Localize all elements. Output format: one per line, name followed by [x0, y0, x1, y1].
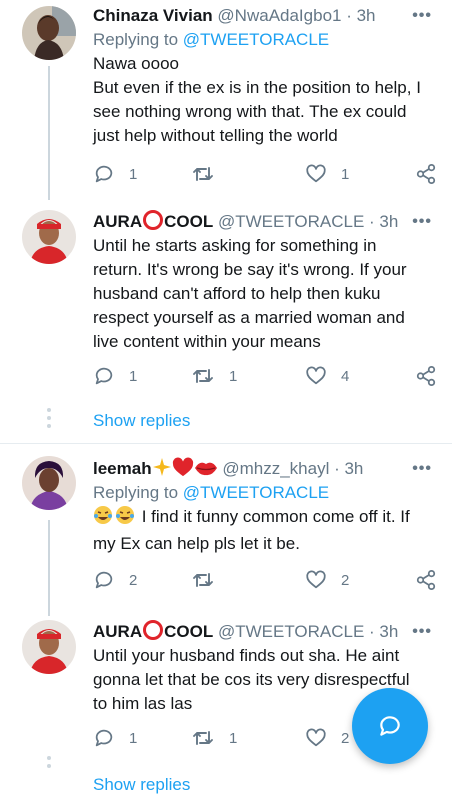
- handle-time: @NwaAdaIgbo1 · 3h: [217, 6, 376, 25]
- show-replies-link[interactable]: Show replies: [93, 409, 190, 433]
- share-button[interactable]: [415, 568, 437, 592]
- avatar[interactable]: [22, 6, 76, 60]
- reply-icon: [95, 367, 113, 385]
- more-options-icon[interactable]: •••: [412, 620, 432, 644]
- like-count: 4: [341, 367, 350, 385]
- tweet-text: I find it funny common come off it. If m…: [93, 505, 410, 553]
- heart-icon: [306, 570, 326, 589]
- tweet-auracool-1[interactable]: AURA COOL @TWEETORACLE · 3h ••• Until he …: [0, 200, 452, 390]
- share-icon: [416, 163, 436, 185]
- heart-emoji-icon: [172, 457, 194, 481]
- retweet-icon: [193, 731, 213, 745]
- retweet-icon: [193, 369, 213, 383]
- avatar[interactable]: [22, 456, 76, 510]
- reply-count: 1: [129, 367, 138, 385]
- tweet-leemah[interactable]: leemah @mhzz_khayl · 3h ••• Replying to …: [0, 444, 452, 616]
- reply-icon: [95, 729, 113, 747]
- thread-dots: [47, 408, 51, 432]
- display-name[interactable]: AURA COOL: [93, 210, 213, 231]
- replying-to: Replying to @TWEETORACLE: [93, 483, 330, 502]
- share-button[interactable]: [415, 162, 437, 186]
- like-count: 2: [341, 729, 350, 747]
- reply-count: 2: [129, 571, 138, 589]
- avatar[interactable]: [22, 620, 76, 674]
- retweet-button[interactable]: [191, 568, 229, 592]
- share-button[interactable]: [415, 364, 437, 388]
- reply-count: 1: [129, 729, 138, 747]
- share-icon: [416, 569, 436, 591]
- more-options-icon[interactable]: •••: [412, 457, 432, 481]
- tweet-chinaza[interactable]: Chinaza Vivian @NwaAdaIgbo1 · 3h ••• Rep…: [0, 0, 452, 200]
- retweet-button[interactable]: 1: [191, 726, 237, 750]
- red-circle-icon: [143, 210, 164, 230]
- like-button[interactable]: 2: [305, 568, 349, 592]
- handle-time: @TWEETORACLE · 3h: [217, 622, 399, 641]
- heart-icon: [306, 366, 326, 385]
- compose-reply-button[interactable]: [352, 688, 428, 764]
- thread-dots: [47, 756, 51, 772]
- more-options-icon[interactable]: •••: [412, 4, 432, 28]
- retweet-icon: [193, 573, 213, 587]
- display-name[interactable]: leemah: [93, 457, 218, 481]
- like-button[interactable]: 4: [305, 364, 349, 388]
- display-name[interactable]: AURA COOL: [93, 620, 213, 641]
- retweet-count: 1: [229, 729, 238, 747]
- like-button[interactable]: 1: [305, 162, 349, 186]
- handle-time: @TWEETORACLE · 3h: [217, 212, 399, 231]
- replying-to: Replying to @TWEETORACLE: [93, 30, 330, 49]
- red-circle-icon: [143, 620, 164, 640]
- sparkles-icon: [152, 457, 172, 481]
- heart-icon: [306, 728, 326, 747]
- heart-icon: [306, 164, 326, 183]
- tweet-text: Nawa oooo But even if the ex is in the p…: [93, 54, 421, 145]
- share-icon: [416, 365, 436, 387]
- reply-button[interactable]: 1: [93, 364, 137, 388]
- lips-icon: [194, 459, 218, 481]
- laughing-tears-icon: [93, 505, 137, 532]
- replying-to-link[interactable]: @TWEETORACLE: [183, 483, 329, 502]
- reply-button[interactable]: 1: [93, 726, 137, 750]
- more-options-icon[interactable]: •••: [412, 210, 432, 234]
- reply-count: 1: [129, 165, 138, 183]
- like-count: 1: [341, 165, 350, 183]
- like-button[interactable]: 2: [305, 726, 349, 750]
- reply-icon: [95, 165, 113, 183]
- tweet-text: Until he starts asking for something in …: [93, 236, 407, 351]
- handle-time: @mhzz_khayl · 3h: [222, 459, 364, 478]
- reply-button[interactable]: 2: [93, 568, 137, 592]
- avatar[interactable]: [22, 210, 76, 264]
- reply-icon: [95, 571, 113, 589]
- reply-bubble-icon: [380, 716, 400, 736]
- like-count: 2: [341, 571, 350, 589]
- retweet-icon: [193, 167, 213, 181]
- display-name[interactable]: Chinaza Vivian: [93, 6, 213, 25]
- reply-button[interactable]: 1: [93, 162, 137, 186]
- show-replies-link[interactable]: Show replies: [93, 773, 190, 797]
- replying-to-link[interactable]: @TWEETORACLE: [183, 30, 329, 49]
- retweet-button[interactable]: [191, 162, 229, 186]
- retweet-button[interactable]: 1: [191, 364, 237, 388]
- retweet-count: 1: [229, 367, 238, 385]
